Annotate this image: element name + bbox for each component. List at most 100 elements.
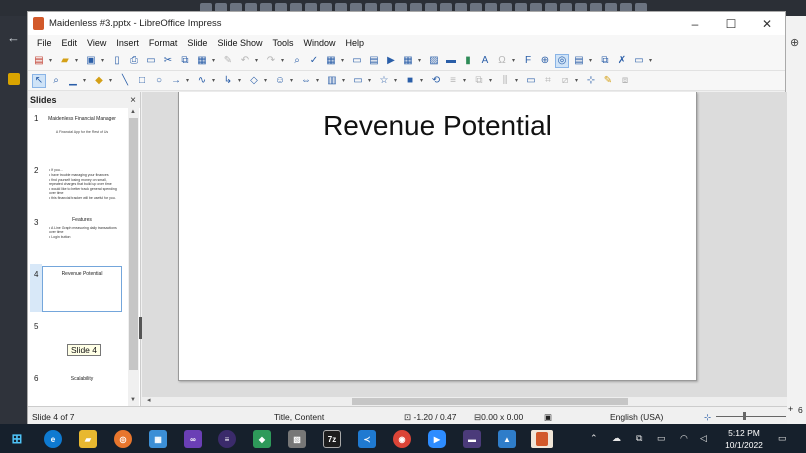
slide-thumbnail-1[interactable]: 1 Maidenless Financial Manager A Financi… [28, 108, 128, 156]
transformations-icon[interactable]: ⟲ [429, 74, 443, 88]
filter-icon[interactable]: ⧄ [558, 74, 572, 88]
scroll-up-icon[interactable]: ▲ [130, 109, 136, 115]
purple-app-icon[interactable]: ≡ [218, 430, 236, 448]
7zip-icon[interactable]: 7z [323, 430, 341, 448]
maximize-button[interactable]: ☐ [713, 17, 749, 31]
print-preview-icon[interactable]: ▭ [144, 54, 158, 68]
slide-layout-icon[interactable]: ▤ [572, 54, 586, 68]
menu-edit[interactable]: Edit [57, 38, 83, 48]
open-folder-icon[interactable]: ▰ [58, 54, 72, 68]
chart-icon[interactable]: ▮ [461, 54, 475, 68]
slide-thumbnail-5[interactable]: 5 [28, 316, 128, 364]
gray-app-icon[interactable]: ▧ [288, 430, 306, 448]
distribute-icon[interactable]: ⫼ [498, 74, 512, 88]
rectangle-icon[interactable]: □ [135, 74, 149, 88]
points-icon[interactable]: ⊹ [584, 74, 598, 88]
menu-slide-show[interactable]: Slide Show [212, 38, 267, 48]
line-color-icon[interactable]: ▁ [66, 74, 80, 88]
hyperlink-icon[interactable]: ⊕ [538, 54, 552, 68]
slide-thumbnail-6[interactable]: 6 Scalability [28, 368, 128, 406]
table-icon[interactable]: ▦ [401, 54, 415, 68]
current-slide[interactable]: Revenue Potential [178, 92, 697, 381]
callouts-icon[interactable]: ▭ [351, 74, 365, 88]
menu-help[interactable]: Help [341, 38, 370, 48]
slide-title[interactable]: Revenue Potential [179, 110, 696, 142]
notification-icon[interactable]: ▭ [778, 433, 787, 444]
print-icon[interactable]: ⎙ [127, 54, 141, 68]
textbox-icon[interactable]: A [478, 54, 492, 68]
menu-slide[interactable]: Slide [182, 38, 212, 48]
onedrive-icon[interactable]: ☁ [612, 433, 621, 444]
zoom-icon[interactable]: ▶ [428, 430, 446, 448]
start-button[interactable]: ⊞ [8, 430, 26, 448]
ellipse-icon[interactable]: ○ [152, 74, 166, 88]
menu-insert[interactable]: Insert [111, 38, 144, 48]
photos-icon[interactable]: ▲ [498, 430, 516, 448]
close-button[interactable]: ✕ [749, 17, 785, 31]
edge-icon[interactable]: e [44, 430, 62, 448]
back-arrow-icon[interactable]: ← [7, 30, 20, 45]
special-character-icon[interactable]: Ω [495, 54, 509, 68]
blue-app-icon[interactable]: ▦ [149, 430, 167, 448]
zoom-in-button[interactable]: + [788, 404, 793, 414]
save-icon[interactable]: ▣ [84, 54, 98, 68]
slide-thumbnail-4[interactable]: 4 Revenue Potential [28, 264, 128, 312]
3d-objects-icon[interactable]: ■ [403, 74, 417, 88]
glue-points-icon[interactable]: ✎ [601, 74, 615, 88]
basic-shapes-icon[interactable]: ◇ [247, 74, 261, 88]
start-slideshow-icon[interactable]: ▶ [384, 54, 398, 68]
image-icon[interactable]: ▨ [427, 54, 441, 68]
lines-arrows-icon[interactable]: → [169, 74, 183, 88]
slide-thumbnail-3[interactable]: 3 Features • A Line Graph measuring dail… [28, 212, 128, 260]
orange-app-icon[interactable]: ◎ [114, 430, 132, 448]
export-pdf-icon[interactable]: ▯ [110, 54, 124, 68]
fit-slide-icon[interactable]: ⊹ [704, 412, 711, 423]
chrome-icon[interactable]: ◉ [393, 430, 411, 448]
horizontal-scrollbar[interactable]: ◂ [142, 397, 787, 406]
slide-transition-icon[interactable]: ▭ [632, 54, 646, 68]
symbol-shapes-icon[interactable]: ☺ [273, 74, 287, 88]
copy-icon[interactable]: ⧉ [178, 54, 192, 68]
crop-icon[interactable]: ⌗ [541, 74, 555, 88]
globe-icon[interactable]: ⊕ [790, 36, 799, 49]
file-explorer-icon[interactable]: ▰ [79, 430, 97, 448]
fontwork-icon[interactable]: F [521, 54, 535, 68]
redo-icon[interactable]: ↷ [264, 54, 278, 68]
spelling-icon[interactable]: ✓ [307, 54, 321, 68]
tray-chevron-icon[interactable]: ⌃ [590, 433, 598, 444]
fill-color-icon[interactable]: ◆ [92, 74, 106, 88]
language-status[interactable]: English (USA) [610, 412, 663, 422]
menu-file[interactable]: File [32, 38, 57, 48]
wifi-icon[interactable]: ◠ [680, 433, 688, 444]
minimize-button[interactable]: – [677, 17, 713, 31]
duplicate-slide-icon[interactable]: ⧉ [598, 54, 612, 68]
scroll-down-icon[interactable]: ▼ [130, 397, 136, 403]
paste-icon[interactable]: ▦ [195, 54, 209, 68]
battery-icon[interactable]: ▭ [657, 433, 666, 444]
impress-taskbar-icon[interactable] [531, 430, 553, 448]
line-icon[interactable]: ╲ [118, 74, 132, 88]
toggle-extrusion-icon[interactable]: ⧈ [618, 74, 632, 88]
zoom-slider[interactable] [716, 416, 786, 417]
visual-studio-icon[interactable]: ∞ [184, 430, 202, 448]
clone-formatting-icon[interactable]: ✎ [221, 54, 235, 68]
block-arrows-icon[interactable]: ⇔ [299, 74, 313, 88]
connector-icon[interactable]: ↳ [221, 74, 235, 88]
menu-format[interactable]: Format [144, 38, 183, 48]
arrange-icon[interactable]: ⧉ [472, 74, 486, 88]
media-icon[interactable]: ▬ [444, 54, 458, 68]
menu-window[interactable]: Window [298, 38, 340, 48]
menu-tools[interactable]: Tools [267, 38, 298, 48]
master-slide-icon[interactable]: ▤ [367, 54, 381, 68]
show-draw-functions-icon[interactable]: ◎ [555, 53, 569, 68]
grid-icon[interactable]: ▦ [324, 54, 338, 68]
meet-now-icon[interactable]: ⧉ [636, 433, 642, 444]
delete-slide-icon[interactable]: ✗ [615, 54, 629, 68]
volume-icon[interactable]: ◁ [700, 433, 707, 444]
align-objects-icon[interactable]: ≡ [446, 74, 460, 88]
select-arrow-icon[interactable]: ↖ [32, 73, 46, 88]
display-views-icon[interactable]: ▭ [350, 54, 364, 68]
extension-icon[interactable] [8, 73, 20, 85]
flowchart-icon[interactable]: ▥ [325, 74, 339, 88]
horizontal-scrollbar-thumb[interactable] [352, 398, 628, 405]
